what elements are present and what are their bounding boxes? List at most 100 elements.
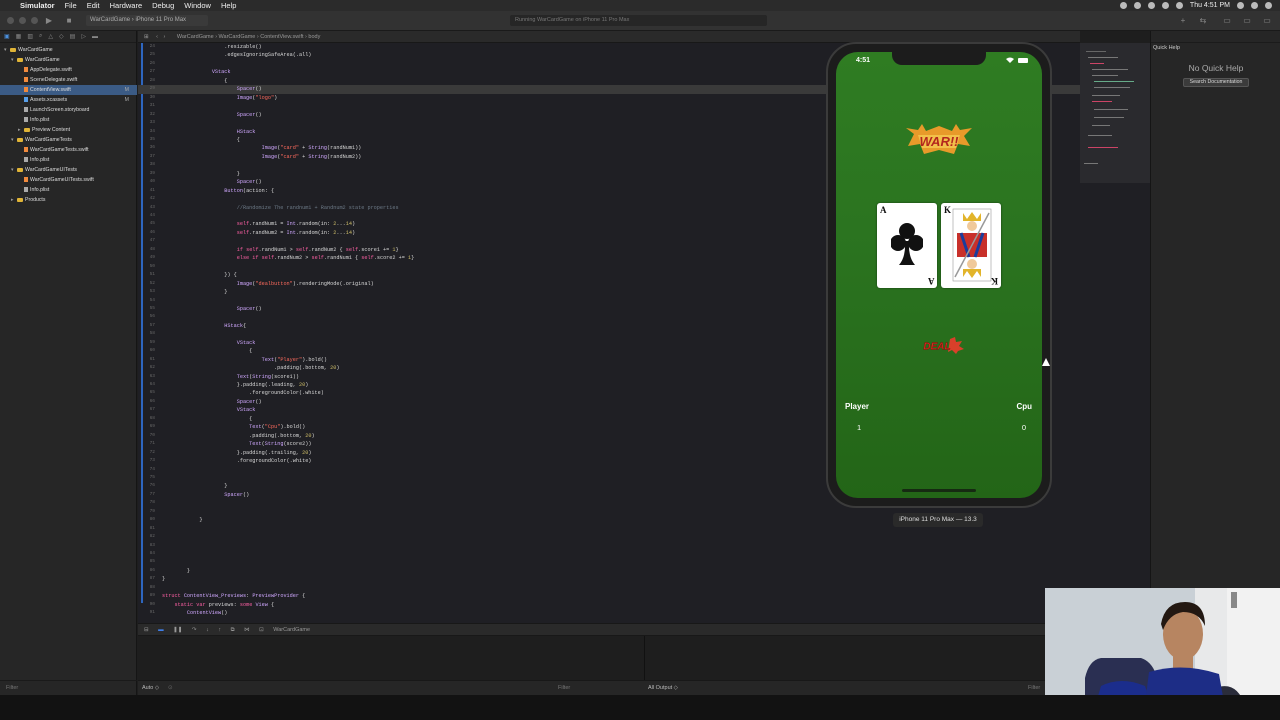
code-line[interactable]: 86 } (138, 567, 1080, 575)
debug-toggle-icon[interactable]: ▭ (1240, 15, 1254, 26)
navigator-item[interactable]: ▸ Preview Content (0, 125, 137, 135)
line-number: 63 (149, 373, 155, 379)
auto-select[interactable]: Auto ◇ (142, 681, 159, 696)
warning-icon[interactable]: △ (48, 33, 53, 40)
line-number: 28 (149, 77, 155, 83)
navigator-item[interactable]: Info.plist (0, 155, 137, 165)
test-icon[interactable]: ◇ (59, 33, 64, 40)
home-indicator[interactable] (902, 489, 976, 492)
navigator-item[interactable]: ▾ WarCardGameTests (0, 135, 137, 145)
line-number: 89 (149, 593, 155, 599)
back-arrow-icon[interactable]: ‹ (156, 34, 158, 40)
navigator-item[interactable]: WarCardGameUITests.swift (0, 175, 137, 185)
wifi-icon[interactable] (1147, 2, 1155, 9)
hide-debug-icon[interactable]: ⊟ (144, 627, 149, 633)
code-line[interactable]: 83 (138, 542, 1080, 550)
code-line[interactable]: 91 ContentView() (138, 609, 1080, 617)
line-number: 82 (149, 534, 155, 540)
list-icon[interactable] (1265, 2, 1272, 9)
step-out-icon[interactable]: ↑ (218, 627, 221, 633)
navigator-item[interactable]: Assets.xcassets M (0, 95, 137, 105)
navigator-item[interactable]: WarCardGameTests.swift (0, 145, 137, 155)
menu-hardware[interactable]: Hardware (110, 1, 143, 10)
search-icon[interactable] (1237, 2, 1244, 9)
related-items-icon[interactable]: ⊞ (144, 34, 149, 40)
run-icon[interactable]: ▶ (42, 15, 56, 26)
find-icon[interactable]: ⌕ (39, 33, 42, 40)
menu-debug[interactable]: Debug (152, 1, 174, 10)
navigator-item[interactable]: LaunchScreen.storyboard (0, 105, 137, 115)
source-control-icon[interactable]: ▦ (16, 33, 22, 40)
symbol-icon[interactable]: ▥ (27, 33, 33, 40)
line-number: 71 (149, 441, 155, 447)
debug-target[interactable]: WarCardGame (273, 627, 310, 633)
navigator-item[interactable]: ▾ WarCardGameUITests (0, 165, 137, 175)
code-line[interactable]: 84 (138, 550, 1080, 558)
navigator-item-label: Products (25, 197, 46, 203)
console-filter[interactable]: Filter (1028, 681, 1040, 696)
simulator-screen[interactable]: 4:51 WAR!! A A K K DEAL Player Cpu 1 0 (836, 52, 1042, 498)
code-line[interactable]: 87} (138, 575, 1080, 583)
navigator-filter[interactable]: Filter (0, 680, 137, 695)
navigator-item[interactable]: Info.plist (0, 115, 137, 125)
code-line[interactable]: 82 (138, 533, 1080, 541)
inspector-toggle-icon[interactable]: ▭ (1260, 15, 1274, 26)
menu-edit[interactable]: Edit (87, 1, 100, 10)
report-icon[interactable]: ▬ (92, 34, 98, 40)
jump-bar-path[interactable]: WarCardGame › WarCardGame › ContentView.… (177, 34, 320, 40)
minimize-window-button[interactable] (19, 17, 26, 24)
close-window-button[interactable] (7, 17, 14, 24)
line-number: 80 (149, 517, 155, 523)
step-in-icon[interactable]: ↓ (206, 627, 209, 633)
debug-divider[interactable] (644, 636, 645, 681)
stop-icon[interactable]: ■ (62, 15, 76, 26)
activity-view: Running WarCardGame on iPhone 11 Pro Max (510, 15, 767, 26)
menu-app[interactable]: Simulator (20, 1, 55, 10)
sync-icon[interactable] (1133, 2, 1141, 9)
code-line[interactable]: 85 (138, 558, 1080, 566)
battery-icon[interactable] (1175, 2, 1183, 9)
folder-icon[interactable]: ▣ (4, 33, 10, 40)
deal-button[interactable]: DEAL (914, 337, 964, 354)
king-figure-icon (952, 208, 992, 282)
navigator-item[interactable]: AppDelegate.swift (0, 65, 137, 75)
step-over-icon[interactable]: ↷ (192, 627, 197, 633)
view-hierarchy-icon[interactable]: ⧉ (231, 627, 235, 633)
menu-file[interactable]: File (65, 1, 77, 10)
navigator-item[interactable]: ▸ Products (0, 195, 137, 205)
navigator-item[interactable]: ▾ WarCardGame (0, 45, 137, 55)
search-documentation-button[interactable]: Search Documentation (1183, 78, 1249, 87)
output-select[interactable]: All Output ◇ (648, 681, 678, 696)
breakpoint-icon[interactable]: ▷ (81, 33, 86, 40)
location-icon[interactable] (1119, 2, 1127, 9)
debug-icon[interactable]: ▤ (70, 33, 76, 40)
code-line[interactable]: 88 (138, 584, 1080, 592)
breakpoints-toggle-icon[interactable]: ▬ (158, 627, 164, 633)
navigator-item[interactable]: ▾ WarCardGame (0, 55, 137, 65)
zoom-window-button[interactable] (31, 17, 38, 24)
scheme-selector[interactable]: WarCardGame › iPhone 11 Pro Max (86, 15, 208, 26)
back-icon[interactable]: ⇆ (1196, 15, 1210, 26)
swift-file-icon (24, 147, 28, 153)
navigator-item[interactable]: Info.plist (0, 185, 137, 195)
pause-icon[interactable]: ❚❚ (173, 627, 182, 633)
navigator-item[interactable]: SceneDelegate.swift (0, 75, 137, 85)
memory-graph-icon[interactable]: ⋈ (244, 627, 250, 633)
simulate-location-icon[interactable]: ⊡ (259, 627, 264, 633)
menu-clock[interactable]: Thu 4:51 PM (1190, 2, 1230, 9)
variables-filter[interactable]: Filter (558, 681, 570, 696)
navigator-item[interactable]: ContentView.swift M (0, 85, 137, 95)
user-icon[interactable] (1251, 2, 1258, 9)
navigator-toggle-icon[interactable]: ▭ (1220, 15, 1234, 26)
volume-icon[interactable] (1161, 2, 1169, 9)
forward-arrow-icon[interactable]: › (164, 34, 166, 40)
menu-help[interactable]: Help (221, 1, 236, 10)
minimap[interactable] (1080, 43, 1150, 623)
line-number: 57 (149, 322, 155, 328)
menu-window[interactable]: Window (184, 1, 211, 10)
plus-icon[interactable]: + (1176, 15, 1190, 26)
code-text: { (162, 415, 253, 422)
code-line[interactable]: 90 static var previews: some View { (138, 601, 1080, 609)
info-icon[interactable]: ⊙ (168, 681, 173, 696)
code-line[interactable]: 89 struct ContentView_Previews: PreviewPr… (138, 592, 1080, 600)
